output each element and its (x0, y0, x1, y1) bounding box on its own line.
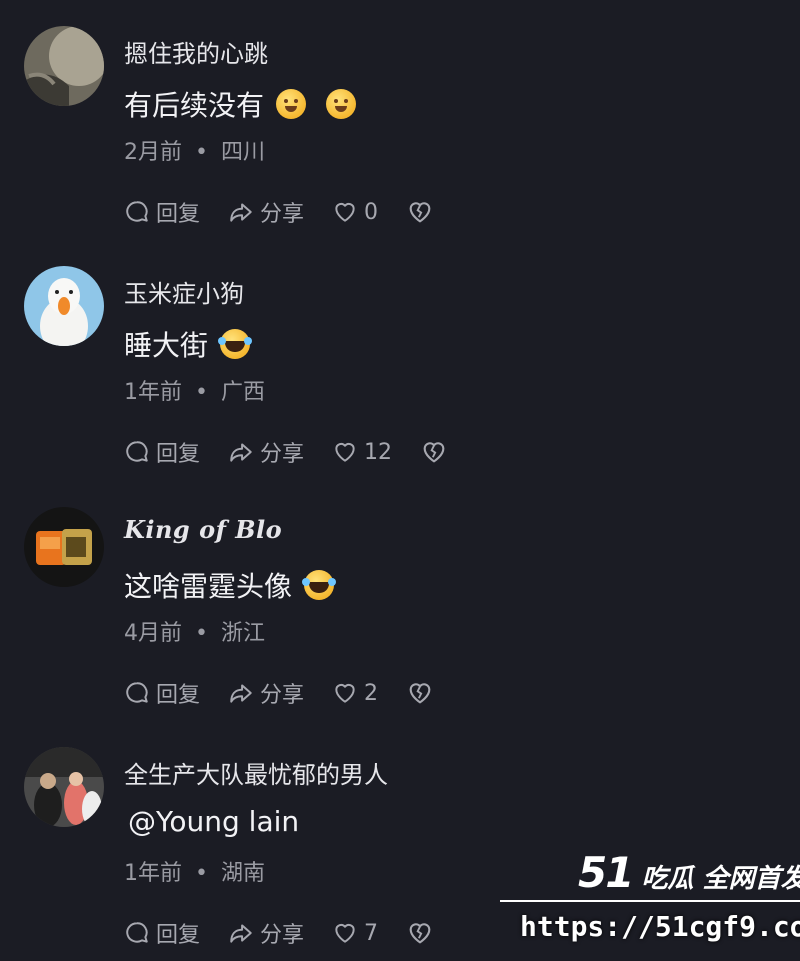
meta-separator: • (195, 861, 208, 886)
share-label: 分享 (260, 923, 305, 948)
comment-meta: 1年前 • 湖南 (124, 855, 265, 887)
broken-heart-icon (409, 923, 431, 944)
username[interactable]: 全生产大队最忧郁的男人 (124, 755, 388, 790)
comment-time: 4月前 (124, 621, 182, 646)
reply-button[interactable]: 回复 (124, 436, 200, 468)
comment-meta: 1年前 • 广西 (124, 374, 265, 406)
broken-heart-icon (409, 683, 431, 704)
grin-emoji-icon (276, 89, 307, 119)
comment-bubble-icon (126, 922, 148, 943)
comment-text-content: 有后续没有 (124, 89, 265, 122)
comment-item: 玉米症小狗 睡大街 1年前 • 广西 回复 分享 12 (0, 240, 800, 480)
comment-bubble-icon (126, 682, 148, 703)
share-button[interactable]: 分享 (228, 917, 304, 949)
heart-icon (335, 683, 355, 703)
watermark-tagline: 吃瓜 全网首发 (641, 864, 800, 894)
avatar[interactable] (24, 266, 104, 346)
comment-bubble-icon (126, 441, 148, 462)
comment-location: 广西 (220, 380, 265, 405)
heart-icon (335, 202, 355, 222)
comment-text-content: @Young lain (128, 805, 300, 838)
username[interactable]: 摁住我的心跳 (124, 34, 268, 69)
share-arrow-icon (230, 443, 252, 462)
comment-text: 有后续没有 (124, 84, 357, 124)
broken-heart-icon (423, 442, 445, 463)
like-button[interactable]: 2 (332, 680, 378, 706)
comment-time: 1年前 (124, 380, 182, 405)
share-arrow-icon (230, 684, 252, 703)
comment-text-content: 这啥雷霆头像 (124, 570, 293, 603)
dislike-button[interactable] (420, 438, 448, 466)
like-button[interactable]: 0 (332, 199, 378, 225)
reply-button[interactable]: 回复 (124, 917, 200, 949)
heart-icon (335, 442, 355, 462)
username[interactable]: King of Blo (124, 515, 282, 544)
avatar[interactable] (24, 747, 104, 827)
like-button[interactable]: 12 (332, 439, 392, 465)
meta-separator: • (195, 621, 208, 646)
avatar[interactable] (24, 507, 104, 587)
share-button[interactable]: 分享 (228, 196, 304, 228)
meta-separator: • (195, 380, 208, 405)
meta-separator: • (195, 140, 208, 165)
watermark-url: https://51cgf9.com (520, 910, 800, 943)
heart-icon (335, 923, 355, 943)
share-button[interactable]: 分享 (228, 436, 304, 468)
like-count: 0 (364, 199, 379, 225)
comment-meta: 4月前 • 浙江 (124, 615, 265, 647)
like-count: 12 (364, 439, 393, 465)
reply-label: 回复 (156, 442, 201, 467)
comment-text: @Young lain (124, 805, 299, 838)
comment-actions: 回复 分享 12 (124, 436, 476, 468)
comment-item: 摁住我的心跳 有后续没有 2月前 • 四川 回复 分享 0 (0, 0, 800, 240)
comment-actions: 回复 分享 0 (124, 196, 462, 228)
comment-location: 湖南 (220, 861, 265, 886)
share-label: 分享 (260, 202, 305, 227)
reply-button[interactable]: 回复 (124, 196, 200, 228)
share-arrow-icon (230, 924, 252, 943)
comment-location: 四川 (220, 140, 265, 165)
comment-meta: 2月前 • 四川 (124, 134, 265, 166)
reply-button[interactable]: 回复 (124, 677, 200, 709)
dislike-button[interactable] (406, 198, 434, 226)
watermark: 51 吃瓜 全网首发 https://51cgf9.com (500, 848, 800, 959)
comment-time: 1年前 (124, 861, 182, 886)
broken-heart-icon (409, 202, 431, 223)
like-button[interactable]: 7 (332, 920, 378, 946)
reply-label: 回复 (156, 923, 201, 948)
share-label: 分享 (260, 683, 305, 708)
comment-text: 这啥雷霆头像 (124, 565, 335, 605)
like-count: 2 (364, 680, 379, 706)
watermark-divider (500, 900, 800, 902)
watermark-brand: 51 吃瓜 全网首发 (578, 848, 800, 897)
like-count: 7 (364, 920, 379, 946)
reply-label: 回复 (156, 202, 201, 227)
dislike-button[interactable] (406, 679, 434, 707)
comment-actions: 回复 分享 2 (124, 677, 462, 709)
reply-label: 回复 (156, 683, 201, 708)
comment-location: 浙江 (220, 621, 265, 646)
share-arrow-icon (230, 203, 252, 222)
share-label: 分享 (260, 442, 305, 467)
dislike-button[interactable] (406, 919, 434, 947)
comment-text: 睡大街 (124, 324, 251, 364)
laugh-cry-emoji-icon (218, 329, 251, 359)
watermark-number: 51 (578, 848, 634, 897)
username[interactable]: 玉米症小狗 (124, 274, 244, 309)
comment-text-content: 睡大街 (124, 329, 209, 362)
comment-time: 2月前 (124, 140, 182, 165)
comment-actions: 回复 分享 7 (124, 917, 462, 949)
comment-bubble-icon (126, 201, 148, 222)
laugh-cry-emoji-icon (302, 570, 335, 600)
share-button[interactable]: 分享 (228, 677, 304, 709)
comment-item: King of Blo 这啥雷霆头像 4月前 • 浙江 回复 分享 2 (0, 481, 800, 721)
avatar[interactable] (24, 26, 104, 106)
grin-emoji-icon (326, 89, 357, 119)
